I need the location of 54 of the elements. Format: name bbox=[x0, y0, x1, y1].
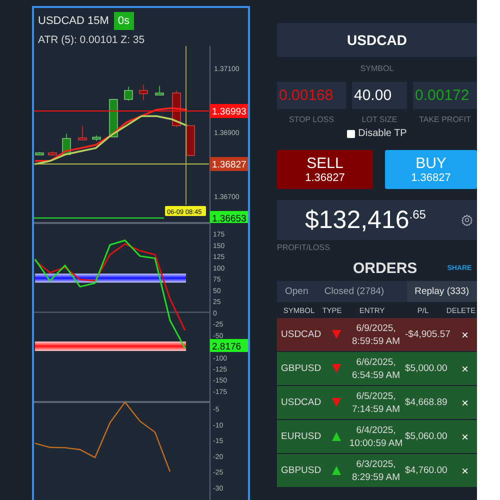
delete-button[interactable]: × bbox=[461, 464, 468, 478]
checkbox-label: Disable TP bbox=[358, 128, 407, 139]
table-cell-text: $5,000.00 bbox=[405, 363, 448, 374]
candle bbox=[48, 150, 57, 157]
field-label: SYMBOL bbox=[359, 64, 395, 73]
delete-button[interactable]: × bbox=[461, 328, 468, 342]
table-cell-text: 6/6/2025, 6:54:59 AM bbox=[350, 356, 402, 382]
table-cell-text: $5,060.00 bbox=[405, 431, 448, 442]
number-field[interactable]: 0.00172 bbox=[413, 82, 477, 109]
price-tag-text: 1.36653 bbox=[212, 214, 246, 223]
tab[interactable]: Open bbox=[277, 281, 316, 302]
delete-button[interactable]: × bbox=[461, 430, 468, 444]
number-field[interactable]: 40.00 bbox=[352, 82, 407, 109]
field-label: TAKE PROFIT bbox=[418, 115, 472, 124]
candle bbox=[155, 85, 164, 96]
settings-icon[interactable] bbox=[461, 214, 473, 226]
table-cell-text: EURUSD bbox=[281, 431, 322, 442]
table-cell-text: $4,760.00 bbox=[405, 465, 448, 476]
field-label: STOP LOSS bbox=[288, 115, 336, 124]
table-cell-text: USDCAD bbox=[281, 329, 322, 340]
table-cell-text: GBPUSD bbox=[281, 465, 322, 476]
candle bbox=[109, 98, 118, 138]
candle bbox=[78, 125, 87, 140]
profit-value: $132,416$^{.65}$ bbox=[305, 206, 426, 234]
candle bbox=[92, 134, 101, 142]
tab[interactable]: Closed (2784) bbox=[316, 281, 392, 302]
candle bbox=[139, 84, 148, 101]
table-cell-text: USDCAD bbox=[281, 397, 322, 408]
table-cell-text: 6/3/2025, 8:29:59 AM bbox=[350, 458, 402, 484]
candle bbox=[124, 86, 133, 102]
delete-button[interactable]: × bbox=[461, 362, 468, 376]
value-tag: 2.8176 bbox=[210, 339, 248, 353]
table-cell-text: 6/9/2025, 8:59:59 AM bbox=[350, 322, 402, 348]
field-label: LOT SIZE bbox=[360, 115, 398, 124]
price-tag-text: 1.36827 bbox=[212, 160, 246, 170]
delete-button[interactable]: × bbox=[461, 396, 468, 410]
checkbox[interactable] bbox=[347, 130, 356, 138]
table-cell: -$4,905.57 bbox=[405, 329, 449, 340]
candle bbox=[62, 133, 71, 156]
chart-title: USDCAD 15M bbox=[38, 15, 109, 27]
price-tag-text: 1.36993 bbox=[212, 106, 246, 118]
indicator-readout: ATR (5): 0.00101 Z: 35 bbox=[37, 33, 146, 46]
symbol-selector[interactable]: USDCAD bbox=[277, 23, 477, 57]
orders-title: ORDERS bbox=[353, 260, 418, 276]
sell-button[interactable]: SELL 1.36827 bbox=[277, 150, 373, 189]
table-cell-text: 6/4/2025, 10:00:59 AM bbox=[348, 424, 404, 450]
table-cell-text: $4,668.89 bbox=[405, 397, 448, 408]
panel-label: PROFIT/LOSS bbox=[277, 243, 331, 252]
candle bbox=[186, 125, 195, 156]
timer-badge: 0s bbox=[114, 12, 134, 30]
tab[interactable]: Replay (333) bbox=[406, 281, 477, 302]
table-cell-text: GBPUSD bbox=[281, 363, 322, 374]
candle bbox=[35, 151, 44, 156]
table-cell-text: 6/5/2025, 7:14:59 AM bbox=[350, 390, 402, 416]
